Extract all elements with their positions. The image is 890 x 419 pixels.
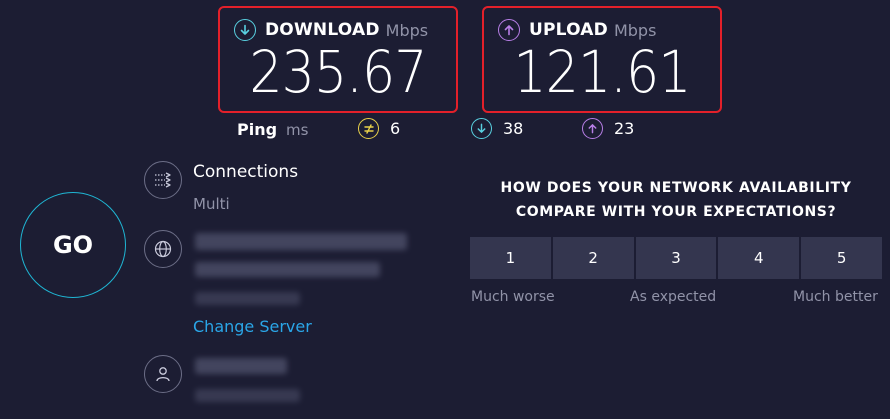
upload-unit: Mbps <box>613 20 657 40</box>
survey-question-line2: COMPARE WITH YOUR EXPECTATIONS? <box>515 204 837 220</box>
download-value: 235.67 <box>249 38 427 106</box>
ping-row: Ping ms 6 38 23 <box>0 118 890 144</box>
upload-label: UPLOAD <box>529 20 608 40</box>
server-location-redacted <box>195 262 380 277</box>
connections-icon <box>144 161 182 199</box>
survey-question-line1: HOW DOES YOUR NETWORK AVAILABILITY <box>500 180 852 196</box>
connections-value: Multi <box>193 195 230 213</box>
ping-upload-value: 23 <box>614 119 635 138</box>
arrow-up-circle-icon <box>582 118 603 139</box>
upload-metric: UPLOAD Mbps 121.61 <box>482 6 722 113</box>
server-name-redacted <box>195 233 407 250</box>
globe-icon <box>144 230 182 268</box>
server-detail-redacted <box>195 292 300 305</box>
rating-option-1[interactable]: 1 <box>470 237 551 279</box>
ping-idle-icon <box>358 118 379 139</box>
rating-option-2[interactable]: 2 <box>552 237 634 279</box>
ping-download-value: 38 <box>503 119 524 138</box>
ping-idle: 6 <box>358 118 400 139</box>
download-metric: DOWNLOAD Mbps 235.67 <box>218 6 458 113</box>
ping-upload: 23 <box>582 118 634 139</box>
upload-value: 121.61 <box>513 38 691 106</box>
connections-title: Connections <box>193 162 299 182</box>
user-icon <box>144 355 182 393</box>
scale-label-high: Much better <box>793 289 878 305</box>
go-button[interactable]: GO <box>20 192 126 298</box>
provider-name-redacted <box>195 358 287 374</box>
download-unit: Mbps <box>385 20 429 40</box>
provider-detail-redacted <box>195 389 300 402</box>
rating-options: 1 2 3 4 5 <box>470 237 882 279</box>
arrow-down-circle-icon <box>471 118 492 139</box>
ping-unit: ms <box>286 121 309 139</box>
ping-download: 38 <box>471 118 523 139</box>
rating-option-5[interactable]: 5 <box>801 237 882 279</box>
scale-label-mid: As expected <box>630 289 717 305</box>
rating-option-3[interactable]: 3 <box>635 237 717 279</box>
rating-option-4[interactable]: 4 <box>718 237 800 279</box>
ping-label: Ping <box>237 120 278 139</box>
scale-label-low: Much worse <box>471 289 555 305</box>
change-server-link[interactable]: Change Server <box>193 317 312 336</box>
ping-idle-value: 6 <box>390 119 401 138</box>
download-label: DOWNLOAD <box>265 20 380 40</box>
survey-question: HOW DOES YOUR NETWORK AVAILABILITY COMPA… <box>470 176 882 224</box>
